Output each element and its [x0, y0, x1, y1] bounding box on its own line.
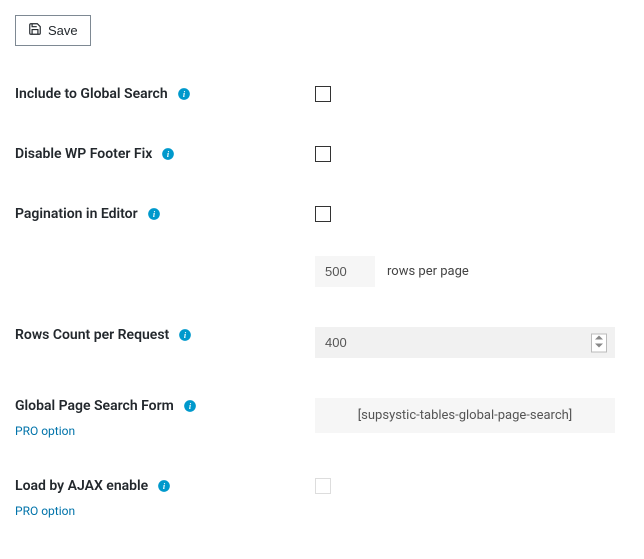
checkbox-disable-wp-footer[interactable] [315, 146, 331, 162]
save-button-label: Save [48, 23, 78, 38]
checkbox-pagination-editor[interactable] [315, 206, 331, 222]
row-load-ajax: Load by AJAX enable i PRO option [15, 478, 629, 518]
info-icon[interactable]: i [177, 327, 193, 343]
save-icon [28, 22, 42, 39]
row-global-page-search: Global Page Search Form i PRO option [su… [15, 398, 629, 438]
row-disable-wp-footer: Disable WP Footer Fix i [15, 146, 629, 166]
label-rows-count: Rows Count per Request [15, 327, 169, 343]
row-pagination-editor: Pagination in Editor i rows per page [15, 206, 629, 287]
label-disable-wp-footer: Disable WP Footer Fix [15, 146, 152, 162]
rows-per-page-input[interactable] [315, 256, 375, 287]
info-icon[interactable]: i [176, 86, 192, 102]
info-icon[interactable]: i [156, 478, 172, 494]
number-stepper-icon[interactable] [591, 333, 607, 352]
checkbox-include-global-search[interactable] [315, 86, 331, 102]
pro-tag[interactable]: PRO option [15, 504, 315, 518]
save-button[interactable]: Save [15, 15, 91, 46]
checkbox-load-ajax [315, 478, 331, 494]
row-rows-count: Rows Count per Request i [15, 327, 629, 358]
label-global-page-search: Global Page Search Form [15, 398, 174, 414]
info-icon[interactable]: i [160, 146, 176, 162]
label-load-ajax: Load by AJAX enable [15, 478, 148, 494]
global-page-search-shortcode[interactable]: [supsystic-tables-global-page-search] [315, 398, 615, 433]
rows-per-page-suffix: rows per page [387, 264, 469, 279]
info-icon[interactable]: i [182, 398, 198, 414]
row-include-global-search: Include to Global Search i [15, 86, 629, 106]
label-pagination-editor: Pagination in Editor [15, 206, 138, 222]
pro-tag[interactable]: PRO option [15, 424, 315, 438]
rows-count-input[interactable] [315, 327, 615, 358]
info-icon[interactable]: i [146, 206, 162, 222]
label-include-global-search: Include to Global Search [15, 86, 168, 102]
